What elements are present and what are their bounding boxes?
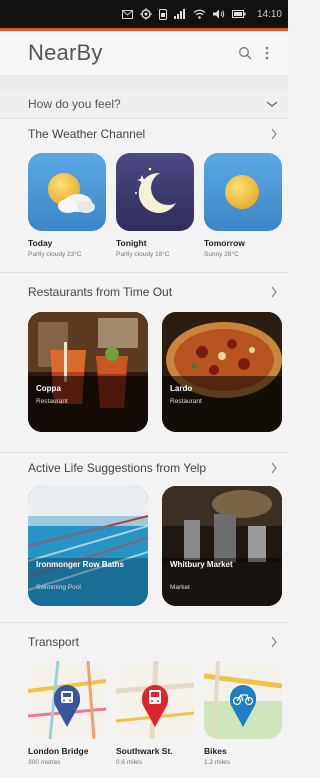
tile-subtitle: 0.6 miles (116, 759, 143, 766)
signal-icon (173, 7, 186, 21)
sun-icon (225, 175, 259, 209)
wifi-icon (193, 7, 206, 21)
clock: 14:10 (256, 8, 282, 20)
section-header-weather[interactable]: The Weather Channel (28, 122, 280, 146)
section-title: Restaurants from Time Out (28, 285, 173, 299)
tile-title: Tonight (116, 238, 147, 248)
restaurant-tile-lardo[interactable]: Lardo Restaurant (162, 312, 282, 432)
chevron-right-icon[interactable] (268, 635, 280, 649)
message-icon (121, 7, 133, 21)
search-icon[interactable] (234, 42, 256, 64)
chevron-right-icon[interactable] (268, 461, 280, 475)
section-divider (0, 272, 288, 273)
moon-icon (135, 167, 176, 213)
tile-title: Coppa (36, 384, 61, 393)
activity-tile-whitbury[interactable]: Whitbury Market Market (162, 486, 282, 606)
tile-subtitle: Swimming Pool (36, 584, 81, 591)
tile-subtitle: Partly cloudy 18°C (116, 251, 170, 258)
feel-row[interactable]: How do you feel? (0, 89, 288, 119)
location-icon (139, 7, 152, 21)
tile-title: London Bridge (28, 746, 89, 756)
transport-tile-southwark[interactable] (116, 661, 194, 739)
section-title: Active Life Suggestions from Yelp (28, 461, 207, 475)
tile-title: Lardo (170, 384, 193, 393)
section-title: Transport (28, 635, 79, 649)
chevron-right-icon[interactable] (268, 127, 280, 141)
tile-title: Tomorrow (204, 238, 245, 248)
chevron-right-icon[interactable] (268, 285, 280, 299)
tile-subtitle: Partly cloudy 23°C (28, 251, 82, 258)
tile-subtitle: 1.2 miles (204, 759, 231, 766)
bike-pin-icon (204, 661, 282, 739)
status-bar: 14:10 (0, 0, 288, 28)
weather-tile-tonight[interactable] (116, 153, 194, 231)
tile-title: Bikes (204, 746, 227, 756)
tile-subtitle: Restaurant (170, 398, 202, 405)
train-pin-icon (28, 661, 106, 739)
section-header-active-life[interactable]: Active Life Suggestions from Yelp (28, 456, 280, 480)
battery-icon (231, 7, 246, 21)
weather-tile-today[interactable] (28, 153, 106, 231)
tile-subtitle: 300 metres (28, 759, 61, 766)
sim-icon (158, 7, 167, 21)
weather-tile-tomorrow[interactable] (204, 153, 282, 231)
feel-label: How do you feel? (28, 96, 121, 111)
tile-subtitle: Market (170, 584, 190, 591)
section-header-transport[interactable]: Transport (28, 630, 280, 654)
bus-pin-icon (116, 661, 194, 739)
tile-title: Whitbury Market (170, 560, 233, 569)
transport-tile-bikes[interactable] (204, 661, 282, 739)
section-divider (0, 452, 288, 453)
restaurant-tile-coppa[interactable]: Coppa Restaurant (28, 312, 148, 432)
section-divider (0, 622, 288, 623)
volume-icon (212, 7, 225, 21)
section-header-restaurants[interactable]: Restaurants from Time Out (28, 280, 280, 304)
tile-title: Ironmonger Row Baths (36, 560, 125, 569)
section-title: The Weather Channel (28, 127, 146, 141)
page-title: NearBy (28, 40, 103, 65)
transport-tile-london-bridge[interactable] (28, 661, 106, 739)
tile-title: Today (28, 238, 53, 248)
tile-subtitle: Sunny 28°C (204, 251, 239, 258)
app-header: NearBy (0, 31, 288, 75)
activity-tile-ironmonger[interactable]: Ironmonger Row Baths Swimming Pool (28, 486, 148, 606)
menu-icon[interactable] (256, 42, 278, 64)
tile-title: Southwark St. (116, 746, 173, 756)
chevron-down-icon[interactable] (266, 97, 278, 111)
partly-cloudy-icon (48, 173, 95, 213)
tile-subtitle: Restaurant (36, 398, 68, 405)
header-divider (0, 75, 288, 89)
